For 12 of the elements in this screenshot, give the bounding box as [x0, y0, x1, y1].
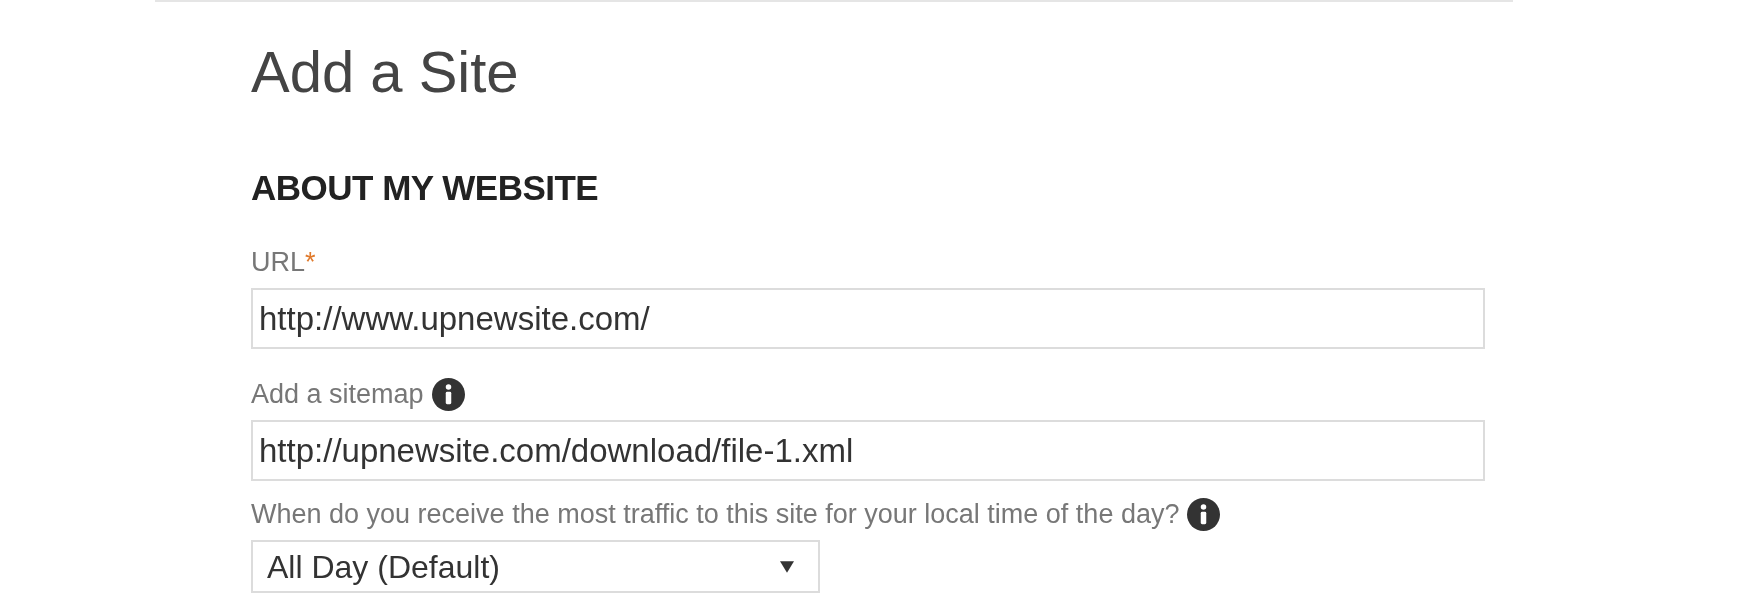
caret-icon — [780, 559, 794, 574]
info-icon[interactable] — [431, 377, 465, 411]
url-field[interactable]: http://www.upnewsite.com/ — [251, 288, 1485, 349]
sitemap-field[interactable]: http://upnewsite.com/download/file-1.xml — [251, 420, 1485, 481]
page-title: Add a Site — [251, 40, 519, 104]
time-dropdown[interactable]: All Day (Default) — [251, 540, 820, 593]
field-label: Add a sitemap — [251, 378, 424, 410]
section-heading: ABOUT MY WEBSITE — [251, 168, 599, 208]
field-label: URL — [251, 246, 305, 278]
required-mark: * — [305, 246, 316, 278]
info-icon[interactable] — [1187, 497, 1221, 531]
field-label: When do you receive the most traffic to this site for your local time of the day? — [251, 498, 1180, 530]
